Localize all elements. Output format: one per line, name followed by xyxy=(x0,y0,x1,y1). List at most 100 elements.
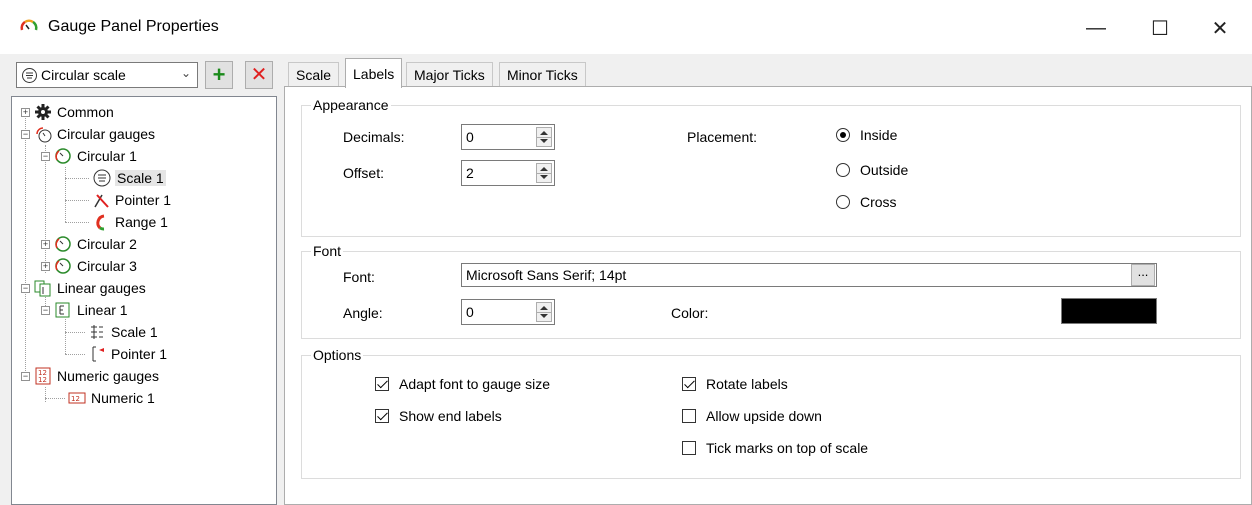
tree-item-linear-1[interactable]: Linear 1 xyxy=(54,299,130,321)
tree-item-scale-1[interactable]: Scale 1 xyxy=(92,167,166,189)
numeric-gauge-icon: 12 xyxy=(68,392,86,404)
numeric-gauges-icon: 1212 xyxy=(35,367,51,385)
tree-label: Circular 1 xyxy=(77,148,137,164)
show-end-labels-checkbox[interactable]: Show end labels xyxy=(375,408,502,424)
spinner-buttons[interactable] xyxy=(536,163,552,183)
collapse-numeric-gauges[interactable]: − xyxy=(21,372,30,381)
tree-item-numeric-gauges[interactable]: 12 12 Numeric gauges xyxy=(34,365,161,387)
expand-circular-2[interactable]: + xyxy=(41,240,50,249)
font-label: Font: xyxy=(343,269,375,285)
tick-marks-on-top-checkbox[interactable]: Tick marks on top of scale xyxy=(682,440,868,456)
placement-inside-radio[interactable]: Inside xyxy=(836,127,897,143)
tree-item-circular-2[interactable]: Circular 2 xyxy=(54,233,139,255)
window-title: Gauge Panel Properties xyxy=(48,18,219,35)
gauge-tree[interactable]: + − − + + − − − Common Circular gauges C… xyxy=(11,96,277,505)
placement-label: Placement: xyxy=(687,129,758,145)
options-group-title: Options xyxy=(311,347,364,363)
scale-select-value: Circular scale xyxy=(41,67,126,83)
close-button[interactable]: ✕ xyxy=(1206,14,1234,42)
add-button[interactable]: + xyxy=(205,61,233,89)
tab-labels[interactable]: Labels xyxy=(345,58,403,88)
tab-scale[interactable]: Scale xyxy=(288,62,340,86)
offset-label: Offset: xyxy=(343,165,384,181)
tree-item-circular-1[interactable]: Circular 1 xyxy=(54,145,139,167)
angle-value: 0 xyxy=(466,304,474,320)
title-bar: Gauge Panel Properties — ☐ ✕ xyxy=(0,0,1252,54)
radio-label: Outside xyxy=(860,162,909,178)
decimals-spinner[interactable]: 0 xyxy=(461,124,555,150)
checkbox-label: Rotate labels xyxy=(706,376,788,392)
color-label: Color: xyxy=(671,305,709,321)
font-field[interactable]: Microsoft Sans Serif; 14pt xyxy=(461,263,1157,287)
tree-item-circular-3[interactable]: Circular 3 xyxy=(54,255,139,277)
gauge-app-icon xyxy=(20,19,38,31)
tree-label: Circular gauges xyxy=(57,126,156,142)
collapse-linear-gauges[interactable]: − xyxy=(21,284,30,293)
tree-item-pointer-1[interactable]: Pointer 1 xyxy=(92,189,173,211)
tree-label: Pointer 1 xyxy=(111,346,168,362)
tree-item-linear-gauges[interactable]: Linear gauges xyxy=(34,277,148,299)
offset-value: 2 xyxy=(466,165,474,181)
placement-outside-radio[interactable]: Outside xyxy=(836,162,908,178)
tree-label: Pointer 1 xyxy=(115,192,172,208)
tree-label: Scale 1 xyxy=(115,170,166,186)
tree-label: Circular 3 xyxy=(77,258,137,274)
tab-major-ticks[interactable]: Major Ticks xyxy=(406,62,493,86)
gear-icon xyxy=(35,104,51,120)
font-value: Microsoft Sans Serif; 14pt xyxy=(466,267,627,283)
color-swatch[interactable] xyxy=(1061,298,1157,324)
expand-circular-3[interactable]: + xyxy=(41,262,50,271)
decimals-value: 0 xyxy=(466,129,474,145)
scale-type-select[interactable]: Circular scale ⌄ xyxy=(16,62,198,88)
decimals-label: Decimals: xyxy=(343,129,405,145)
radio-circle xyxy=(836,195,850,209)
tab-minor-ticks[interactable]: Minor Ticks xyxy=(499,62,586,86)
radio-label: Cross xyxy=(860,194,897,210)
range-icon xyxy=(96,214,105,231)
placement-cross-radio[interactable]: Cross xyxy=(836,194,897,210)
remove-button[interactable]: ✕ xyxy=(245,61,273,89)
checkbox-box xyxy=(682,409,696,423)
font-group-title: Font xyxy=(311,243,344,259)
tree-item-linear-pointer-1[interactable]: Pointer 1 xyxy=(88,343,169,365)
linear-pointer-icon xyxy=(92,346,104,362)
chevron-down-icon: ⌄ xyxy=(180,66,191,80)
radio-circle xyxy=(836,163,850,177)
minimize-button[interactable]: — xyxy=(1082,14,1110,42)
tree-item-range-1[interactable]: Range 1 xyxy=(92,211,170,233)
collapse-circular-1[interactable]: − xyxy=(41,152,50,161)
checkbox-label: Tick marks on top of scale xyxy=(706,440,869,456)
circular-gauge-icon xyxy=(55,236,71,252)
allow-upside-down-checkbox[interactable]: Allow upside down xyxy=(682,408,822,424)
tree-label: Numeric gauges xyxy=(57,368,159,384)
offset-spinner[interactable]: 2 xyxy=(461,160,555,186)
adapt-font-checkbox[interactable]: Adapt font to gauge size xyxy=(375,376,550,392)
radio-label: Inside xyxy=(860,127,898,143)
circular-gauge-icon xyxy=(55,258,71,274)
tree-item-common[interactable]: Common xyxy=(34,101,116,123)
collapse-linear-1[interactable]: − xyxy=(41,306,50,315)
labels-tab-page: Appearance Decimals: 0 Offset: 2 Placeme… xyxy=(284,86,1252,505)
circular-gauge-icon xyxy=(55,148,71,164)
tree-item-linear-scale-1[interactable]: Scale 1 xyxy=(88,321,160,343)
tree-label: Circular 2 xyxy=(77,236,137,252)
angle-label: Angle: xyxy=(343,305,383,321)
font-browse-button[interactable]: ... xyxy=(1131,264,1155,286)
spinner-buttons[interactable] xyxy=(536,302,552,322)
angle-spinner[interactable]: 0 xyxy=(461,299,555,325)
spinner-buttons[interactable] xyxy=(536,127,552,147)
tree-label: Linear 1 xyxy=(77,302,128,318)
svg-text:12: 12 xyxy=(71,395,80,403)
rotate-labels-checkbox[interactable]: Rotate labels xyxy=(682,376,788,392)
circular-scale-icon xyxy=(22,68,37,83)
tree-item-circular-gauges[interactable]: Circular gauges xyxy=(34,123,157,145)
tree-label: Linear gauges xyxy=(57,280,146,296)
circular-gauges-icon xyxy=(36,127,52,143)
collapse-circular-gauges[interactable]: − xyxy=(21,130,30,139)
appearance-group xyxy=(301,105,1241,237)
maximize-button[interactable]: ☐ xyxy=(1146,14,1174,42)
tree-item-numeric-1[interactable]: 12 Numeric 1 xyxy=(68,387,157,409)
tree-label: Scale 1 xyxy=(111,324,158,340)
expand-common[interactable]: + xyxy=(21,108,30,117)
checkbox-label: Show end labels xyxy=(399,408,502,424)
